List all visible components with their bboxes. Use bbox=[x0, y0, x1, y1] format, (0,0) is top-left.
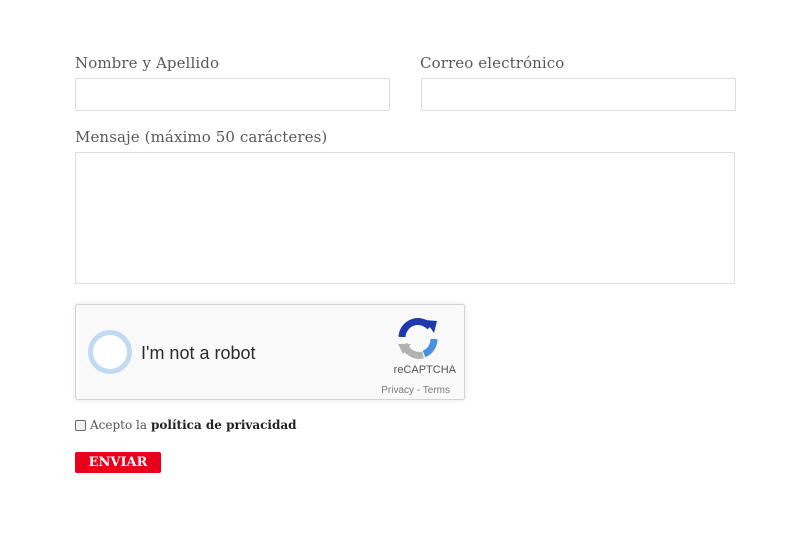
privacy-consent: Acepto la política de privacidad bbox=[75, 418, 297, 432]
captcha-link-separator: - bbox=[414, 385, 423, 396]
name-label: Nombre y Apellido bbox=[75, 54, 220, 72]
name-input[interactable] bbox=[75, 78, 390, 111]
captcha-checkbox[interactable] bbox=[88, 330, 132, 374]
privacy-checkbox[interactable] bbox=[75, 419, 86, 431]
message-textarea[interactable] bbox=[75, 152, 735, 284]
privacy-prefix: Acepto la bbox=[90, 418, 148, 432]
submit-button[interactable]: ENVIAR bbox=[75, 452, 161, 473]
captcha-privacy-link[interactable]: Privacy bbox=[381, 385, 414, 396]
email-input[interactable] bbox=[421, 78, 736, 111]
recaptcha-logo-icon bbox=[398, 318, 438, 359]
privacy-policy-link[interactable]: política de privacidad bbox=[151, 418, 297, 432]
captcha-links: Privacy - Terms bbox=[381, 385, 450, 396]
message-label: Mensaje (máximo 50 carácteres) bbox=[75, 128, 328, 146]
recaptcha-widget: I'm not a robot reCAPTCHA Privacy - Term… bbox=[75, 304, 465, 400]
captcha-label: I'm not a robot bbox=[141, 343, 256, 363]
captcha-brand: reCAPTCHA bbox=[393, 364, 456, 376]
email-label: Correo electrónico bbox=[420, 54, 565, 72]
captcha-terms-link[interactable]: Terms bbox=[423, 385, 450, 396]
